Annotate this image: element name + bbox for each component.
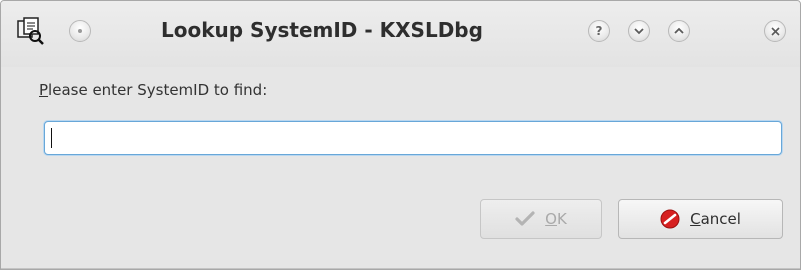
minimize-button[interactable] (628, 20, 650, 42)
text-caret (51, 128, 52, 148)
window-menu-icon (78, 29, 82, 33)
ok-mnemonic: O (545, 210, 557, 228)
app-icon[interactable] (15, 15, 45, 45)
cancel-label-rest: ancel (700, 210, 741, 228)
maximize-button[interactable] (668, 20, 690, 42)
help-button[interactable]: ? (588, 20, 610, 42)
close-icon (770, 26, 780, 36)
dialog-window: Lookup SystemID - KXSLDbg ? Please enter… (0, 0, 801, 270)
systemid-input[interactable] (44, 121, 782, 155)
window-menu-button[interactable] (69, 20, 91, 42)
prompt-text: lease enter SystemID to find: (48, 81, 268, 99)
close-button[interactable] (764, 20, 786, 42)
systemid-prompt-label: Please enter SystemID to find: (39, 81, 267, 99)
cancel-mnemonic: C (690, 210, 701, 228)
cancel-button[interactable]: Cancel (618, 199, 783, 239)
chevron-up-icon (674, 27, 684, 34)
window-bottom-border (1, 268, 800, 269)
ok-label: OK (545, 210, 567, 228)
prompt-mnemonic: P (39, 81, 49, 99)
cancel-stop-icon (660, 209, 680, 229)
checkmark-icon (515, 211, 535, 227)
title-bar[interactable]: Lookup SystemID - KXSLDbg ? (1, 1, 800, 67)
chevron-down-icon (634, 28, 644, 35)
help-icon: ? (595, 24, 603, 38)
ok-button[interactable]: OK (480, 199, 602, 239)
cancel-label: Cancel (690, 210, 741, 228)
ok-label-rest: K (556, 210, 567, 228)
window-title: Lookup SystemID - KXSLDbg (161, 18, 483, 42)
